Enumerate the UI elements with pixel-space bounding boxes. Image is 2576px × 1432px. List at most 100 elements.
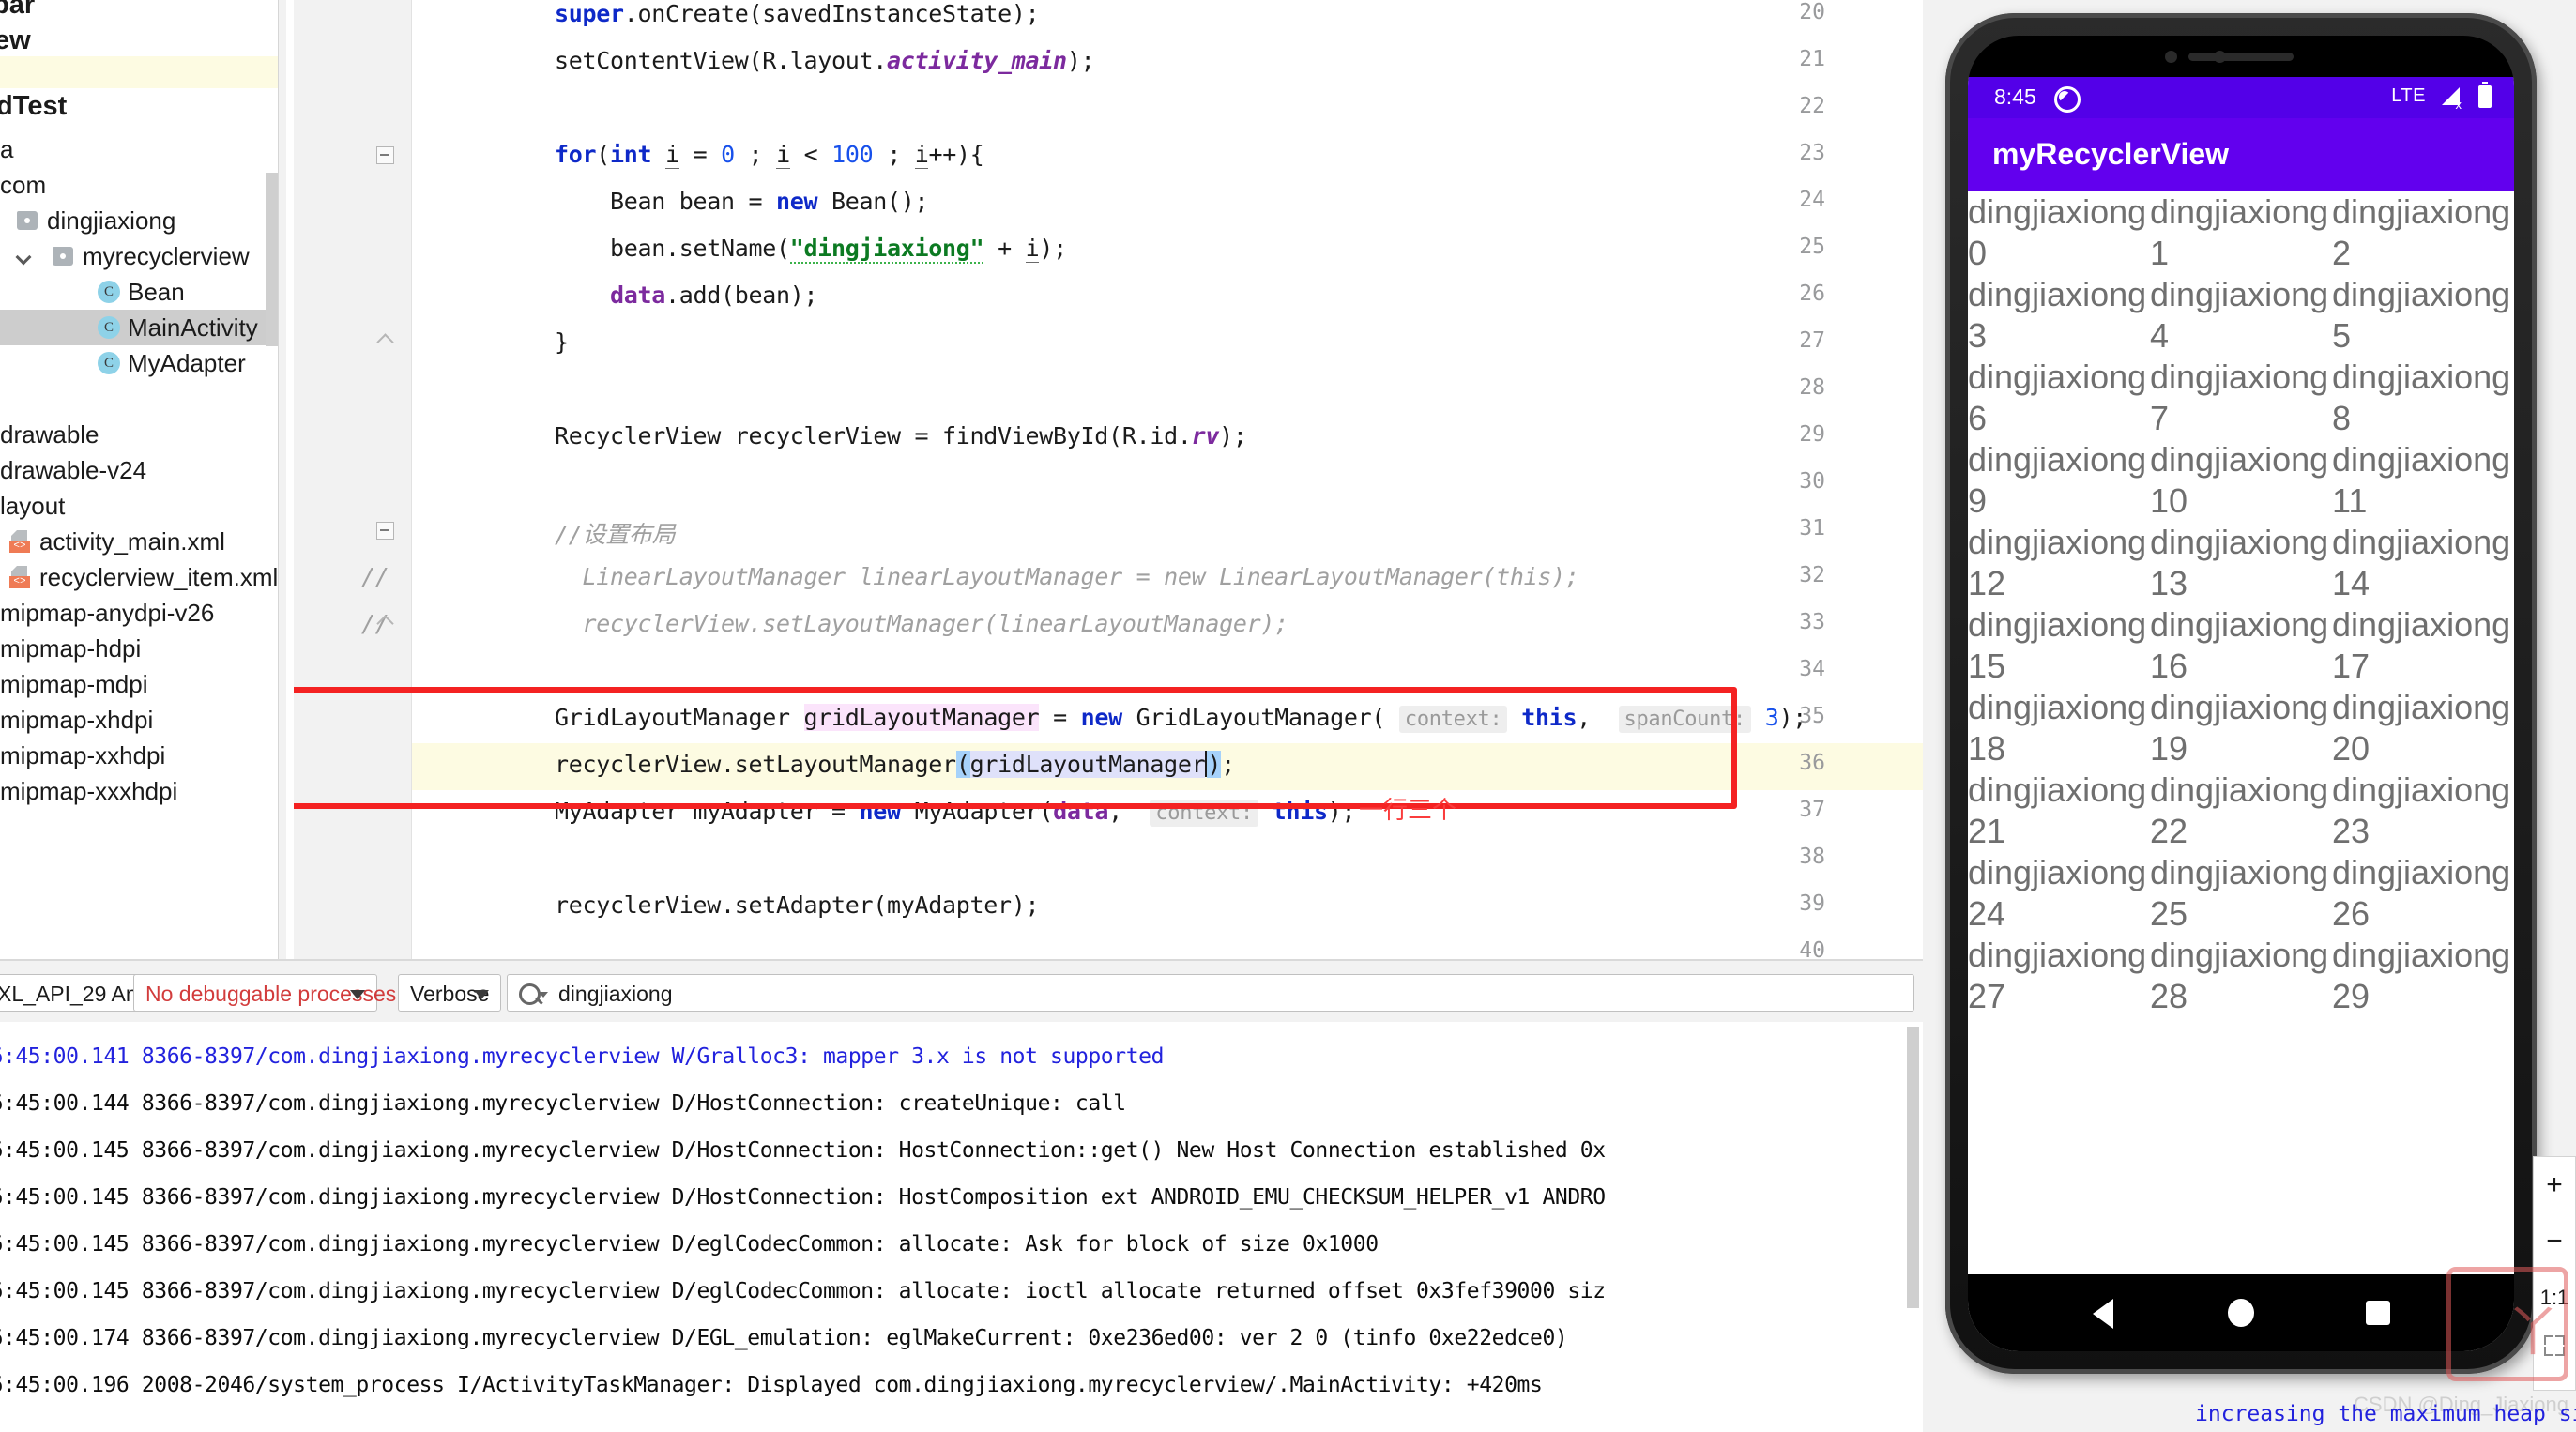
- line-number: 24: [1799, 188, 1825, 212]
- tree-item-mipmap-xhdpi[interactable]: mipmap-xhdpi: [0, 702, 286, 738]
- tree-item-recyclerview-item-xml[interactable]: <> recyclerview_item.xml: [0, 559, 286, 595]
- grid-item[interactable]: dingjiaxiong18: [1968, 687, 2150, 769]
- zoom-out-button[interactable]: −: [2534, 1213, 2575, 1270]
- grid-item[interactable]: dingjiaxiong0: [1968, 191, 2150, 274]
- recents-icon[interactable]: [2365, 1301, 2390, 1325]
- grid-item[interactable]: dingjiaxiong20: [2332, 687, 2514, 769]
- tree-item-mainactivity[interactable]: C MainActivity: [0, 310, 286, 345]
- code-line[interactable]: recyclerView.setAdapter(myAdapter);: [444, 891, 1040, 919]
- back-icon[interactable]: [2092, 1299, 2113, 1329]
- java-class-icon: C: [98, 316, 120, 339]
- code-fold-toggle-icon[interactable]: [376, 146, 395, 165]
- logcat-output[interactable]: 16:45:00.134 8366-8397/com.dingjiaxiong.…: [0, 1022, 1923, 1432]
- grid-item[interactable]: dingjiaxiong17: [2332, 604, 2514, 687]
- grid-item[interactable]: dingjiaxiong2: [2332, 191, 2514, 274]
- grid-item[interactable]: dingjiaxiong21: [1968, 769, 2150, 852]
- grid-item[interactable]: dingjiaxiong4: [2150, 274, 2332, 357]
- logcat-search-input[interactable]: dingjiaxiong: [507, 974, 1914, 1012]
- logcat-scrollbar[interactable]: [1907, 1027, 1919, 1308]
- log-level-selector[interactable]: Verbose: [398, 974, 501, 1012]
- code-line[interactable]: bean.setName("dingjiaxiong" + i);: [444, 235, 1067, 264]
- tree-item-a[interactable]: a: [0, 131, 286, 167]
- process-selector[interactable]: No debuggable processes: [133, 974, 396, 1012]
- code-fold-end-icon[interactable]: [376, 333, 395, 353]
- android-nav-bar[interactable]: [1968, 1274, 2514, 1351]
- grid-item[interactable]: dingjiaxiong15: [1968, 604, 2150, 687]
- recyclerview-grid[interactable]: dingjiaxiong0 dingjiaxiong1 dingjiaxiong2 d…: [1968, 191, 2514, 1274]
- code-line[interactable]: setContentView(R.layout.activity_main);: [444, 47, 1095, 74]
- tree-item-mipmap-xxhdpi[interactable]: mipmap-xxhdpi: [0, 738, 286, 773]
- code-fold-end-icon[interactable]: [376, 615, 395, 634]
- grid-item[interactable]: dingjiaxiong12: [1968, 522, 2150, 604]
- emulator-screen[interactable]: 8:45 LTE x myRecyclerView dingjiaxiong0 d…: [1968, 77, 2514, 1351]
- grid-item[interactable]: dingjiaxiong1: [2150, 191, 2332, 274]
- android-status-bar: 8:45 LTE x: [1968, 77, 2514, 118]
- grid-item[interactable]: dingjiaxiong6: [1968, 357, 2150, 439]
- line-number: 22: [1799, 94, 1825, 118]
- tree-item-activity-main-xml[interactable]: <> activity_main.xml: [0, 524, 286, 559]
- grid-item[interactable]: dingjiaxiong7: [2150, 357, 2332, 439]
- code-line[interactable]: for(int i = 0 ; i < 100 ; i++){: [444, 141, 984, 169]
- sidebar-scrollbar[interactable]: [266, 173, 278, 346]
- tree-item-mipmap-xxxhdpi[interactable]: mipmap-xxxhdpi: [0, 773, 286, 809]
- code-line[interactable]: super.onCreate(savedInstanceState);: [444, 0, 1040, 27]
- grid-item[interactable]: dingjiaxiong28: [2150, 935, 2332, 1017]
- home-icon[interactable]: [2228, 1299, 2254, 1327]
- tree-item-myadapter[interactable]: C MyAdapter: [0, 345, 286, 381]
- grid-item[interactable]: dingjiaxiong14: [2332, 522, 2514, 604]
- tree-item-com[interactable]: com: [0, 167, 286, 203]
- grid-item[interactable]: dingjiaxiong9: [1968, 439, 2150, 522]
- grid-item[interactable]: dingjiaxiong5: [2332, 274, 2514, 357]
- tree-item-drawable-v24[interactable]: drawable-v24: [0, 452, 286, 488]
- tree-item-dingjiaxiong[interactable]: dingjiaxiong: [0, 203, 286, 238]
- code-fold-toggle-icon[interactable]: [376, 522, 395, 541]
- speaker-grill: [2188, 53, 2294, 61]
- folder-icon: [17, 211, 38, 230]
- grid-item[interactable]: dingjiaxiong16: [2150, 604, 2332, 687]
- grid-item[interactable]: dingjiaxiong10: [2150, 439, 2332, 522]
- project-sidebar: bar iew idTest a comdingjiaxiong myrecycle…: [0, 0, 286, 959]
- tree-item-drawable[interactable]: drawable: [0, 417, 286, 452]
- tree-item-mipmap-hdpi[interactable]: mipmap-hdpi: [0, 631, 286, 666]
- red-annotation-box: [294, 687, 1737, 809]
- grid-item[interactable]: dingjiaxiong25: [2150, 852, 2332, 935]
- code-line[interactable]: recyclerView.setLayoutManager(linearLayo…: [444, 610, 1289, 637]
- project-tree[interactable]: a com dingjiaxiong myrecyclerview C Bean C Main…: [0, 131, 286, 809]
- grid-item[interactable]: dingjiaxiong22: [2150, 769, 2332, 852]
- grid-item[interactable]: dingjiaxiong3: [1968, 274, 2150, 357]
- tree-item-label: Bean: [128, 278, 185, 306]
- tree-item-mipmap-mdpi[interactable]: mipmap-mdpi: [0, 666, 286, 702]
- java-class-icon: C: [98, 281, 120, 303]
- logcat-line: 16:45:00.145 8366-8397/com.dingjiaxiong.…: [0, 1279, 1606, 1303]
- grid-item[interactable]: dingjiaxiong27: [1968, 935, 2150, 1017]
- grid-item[interactable]: dingjiaxiong29: [2332, 935, 2514, 1017]
- tree-item-mipmap-anydpi-v26[interactable]: mipmap-anydpi-v26: [0, 595, 286, 631]
- status-time: 8:45: [1994, 84, 2036, 109]
- folder-icon: [53, 247, 73, 266]
- grid-item[interactable]: dingjiaxiong24: [1968, 852, 2150, 935]
- line-number: 27: [1799, 328, 1825, 353]
- tree-item-label: mipmap-hdpi: [0, 634, 142, 663]
- code-line[interactable]: LinearLayoutManager linearLayoutManager …: [444, 563, 1579, 590]
- chevron-down-icon: [350, 990, 365, 999]
- grid-item[interactable]: dingjiaxiong23: [2332, 769, 2514, 852]
- grid-item[interactable]: dingjiaxiong8: [2332, 357, 2514, 439]
- tree-item-myrecyclerview[interactable]: myrecyclerview: [0, 238, 286, 274]
- code-line[interactable]: RecyclerView recyclerView = findViewById…: [444, 422, 1247, 449]
- code-line[interactable]: }: [444, 328, 569, 356]
- tree-item-bean[interactable]: C Bean: [0, 274, 286, 310]
- tree-item-layout[interactable]: layout: [0, 488, 286, 524]
- code-line[interactable]: Bean bean = new Bean();: [444, 188, 929, 215]
- chevron-down-icon[interactable]: [17, 250, 32, 265]
- grid-item[interactable]: dingjiaxiong13: [2150, 522, 2332, 604]
- code-line[interactable]: //设置布局: [444, 516, 676, 550]
- grid-item[interactable]: dingjiaxiong26: [2332, 852, 2514, 935]
- tree-item-label: drawable-v24: [0, 456, 147, 484]
- grid-item[interactable]: dingjiaxiong19: [2150, 687, 2332, 769]
- line-number: 21: [1799, 47, 1825, 71]
- zoom-in-button[interactable]: +: [2534, 1157, 2575, 1213]
- tree-item-label: MyAdapter: [128, 349, 246, 377]
- code-line[interactable]: data.add(bean);: [444, 282, 818, 309]
- code-editor[interactable]: 20 super.onCreate(savedInstanceState); 21…: [294, 0, 1923, 959]
- grid-item[interactable]: dingjiaxiong11: [2332, 439, 2514, 522]
